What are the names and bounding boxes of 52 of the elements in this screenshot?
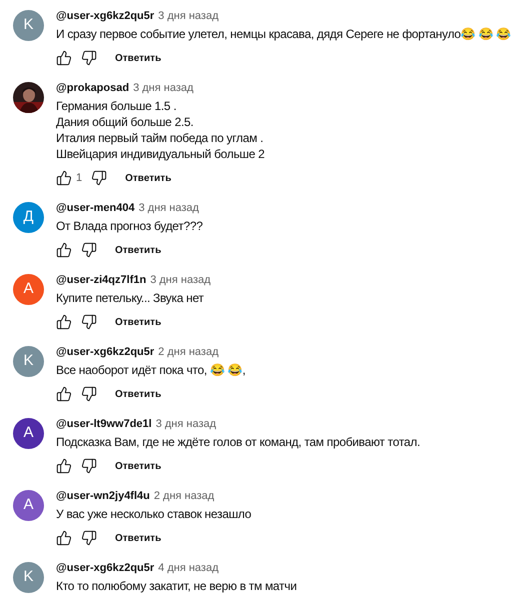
comment-time[interactable]: 3 дня назад — [133, 80, 194, 96]
like-icon[interactable] — [56, 386, 72, 402]
comment-text: И сразу первое событие улетел, немцы красава, дядя Сереге не фортануло😂 😂 😂 — [56, 26, 511, 42]
dislike-icon[interactable] — [81, 50, 97, 66]
comment-time[interactable]: 2 дня назад — [158, 344, 218, 360]
comment-time[interactable]: 3 дня назад — [156, 416, 216, 432]
like-icon[interactable] — [56, 242, 72, 258]
comment-text: Дания общий больше 2.5. — [56, 114, 194, 130]
dislike-icon[interactable] — [81, 386, 97, 402]
comment-author[interactable]: @prokaposad — [56, 80, 130, 96]
comment-text: Италия первый тайм победа по углам . — [56, 130, 264, 146]
comment-time[interactable]: 2 дня назад — [154, 488, 214, 504]
like-icon[interactable] — [56, 314, 72, 330]
reply-button[interactable]: Ответить — [125, 170, 172, 186]
comment-text: Подсказка Вам, где не ждёте голов от команд, там пробивают тотал. — [56, 434, 420, 450]
comment-author[interactable]: @user-men404 — [56, 200, 135, 216]
comment-author[interactable]: @user-xg6kz2qu5r — [56, 560, 154, 576]
like-icon[interactable] — [56, 170, 72, 186]
reply-button[interactable]: Ответить — [115, 386, 162, 402]
comment-time[interactable]: 3 дня назад — [150, 272, 211, 288]
reply-button[interactable]: Ответить — [115, 530, 162, 546]
comment-author[interactable]: @user-xg6kz2qu5r — [56, 344, 154, 360]
like-icon[interactable] — [56, 530, 72, 546]
dislike-icon[interactable] — [81, 242, 97, 258]
avatar[interactable]: A — [13, 418, 44, 449]
avatar[interactable]: Д — [13, 202, 44, 233]
dislike-icon[interactable] — [91, 170, 108, 186]
comment-text: Все наоборот идёт пока что, 😂 😂, — [56, 362, 246, 378]
like-icon[interactable] — [56, 50, 72, 66]
comment-text: Швейцария индивидуальный больше 2 — [56, 146, 265, 162]
comment-text: Кто то полюбому закатит, не верю в тм матчи — [56, 578, 297, 594]
dislike-icon[interactable] — [81, 314, 97, 330]
like-count: 1 — [76, 170, 82, 186]
comment-text: Германия больше 1.5 . — [56, 98, 178, 114]
comment-time[interactable]: 3 дня назад — [138, 200, 199, 216]
comment-author[interactable]: @user-lt9ww7de1l — [56, 416, 152, 432]
comment-author[interactable]: @user-xg6kz2qu5r — [56, 8, 154, 24]
comment-time[interactable]: 3 дня назад — [158, 8, 218, 24]
comment-author[interactable]: @user-wn2jy4fl4u — [56, 488, 150, 504]
like-icon[interactable] — [56, 458, 72, 474]
avatar[interactable]: A — [13, 490, 44, 521]
reply-button[interactable]: Ответить — [115, 314, 162, 330]
comment-text: У вас уже несколько ставок незашло — [56, 506, 252, 522]
comment-text: Купите петельку... Звука нет — [56, 290, 205, 306]
reply-button[interactable]: Ответить — [115, 242, 162, 258]
reply-button[interactable]: Ответить — [115, 50, 162, 66]
comment-text: От Влада прогноз будет??? — [56, 218, 203, 234]
dislike-icon[interactable] — [81, 458, 97, 474]
comment-author[interactable]: @user-zi4qz7lf1n — [56, 272, 146, 288]
reply-button[interactable]: Ответить — [115, 458, 162, 474]
dislike-icon[interactable] — [81, 530, 97, 546]
comment-time[interactable]: 4 дня назад — [158, 560, 218, 576]
